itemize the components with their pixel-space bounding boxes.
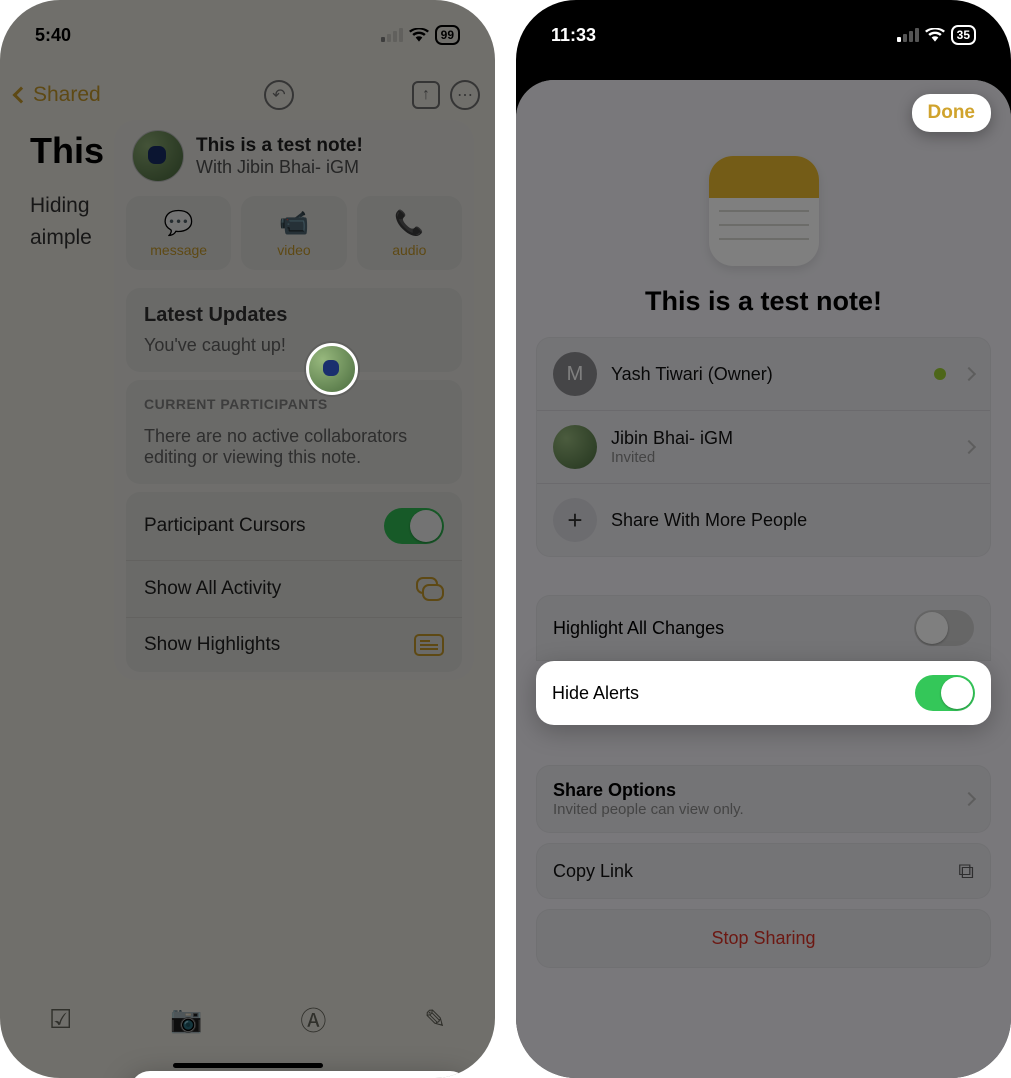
chevron-right-icon <box>962 367 976 381</box>
status-icons: 99 <box>381 25 460 45</box>
video-button[interactable]: 📹video <box>241 196 346 270</box>
row-label: Participant Cursors <box>144 515 306 537</box>
chevron-right-icon <box>962 792 976 806</box>
share-options-row[interactable]: Share Options Invited people can view on… <box>537 766 990 832</box>
participants-header: CURRENT PARTICIPANTS <box>144 396 444 412</box>
updates-card: Latest Updates You've caught up! <box>126 288 462 372</box>
checklist-icon[interactable]: ☑ <box>49 1004 72 1035</box>
participant-invited-row[interactable]: Jibin Bhai- iGM Invited <box>537 410 990 483</box>
cellular-icon <box>381 28 403 42</box>
highlights-icon <box>414 634 444 656</box>
wifi-icon <box>925 28 945 42</box>
participant-avatar <box>132 130 184 182</box>
share-more-row[interactable]: + Share With More People <box>537 483 990 556</box>
show-highlights-row[interactable]: Show Highlights <box>126 617 462 672</box>
phone-icon: 📞 <box>394 209 424 238</box>
highlight-changes-row[interactable]: Highlight All Changes <box>537 596 990 660</box>
wifi-icon <box>409 28 429 42</box>
share-sheet: Done This is a test note! M Yash Tiwari … <box>516 80 1011 1078</box>
popup-subtitle: With Jibin Bhai- iGM <box>196 157 363 178</box>
hide-alerts-row[interactable]: Hide Alerts <box>536 661 991 725</box>
participant-cursors-row[interactable]: Participant Cursors <box>126 492 462 560</box>
collab-popup: This is a test note! With Jibin Bhai- iG… <box>114 120 474 680</box>
left-screenshot: 5:40 99 Shared ↶ ↑ ⋯ This Hiding aimple … <box>0 0 495 1078</box>
settings-group-top: Highlight All Changes <box>536 595 991 661</box>
video-icon: 📹 <box>279 209 309 238</box>
popup-header: This is a test note! With Jibin Bhai- iG… <box>114 120 474 196</box>
status-dot-icon <box>934 368 946 380</box>
sheet-header: Done <box>516 80 1011 146</box>
chevron-left-icon <box>13 87 30 104</box>
share-options-title: Share Options <box>553 780 950 801</box>
status-bar: 5:40 99 <box>0 0 495 70</box>
share-options-group: Share Options Invited people can view on… <box>536 765 991 833</box>
message-button[interactable]: 💬message <box>126 196 231 270</box>
back-button[interactable]: Shared <box>15 83 101 107</box>
stop-sharing-button[interactable]: Stop Sharing <box>537 910 990 967</box>
hide-alerts-toggle[interactable] <box>915 675 975 711</box>
done-button[interactable]: Done <box>912 94 992 132</box>
options-list: Participant Cursors Show All Activity Sh… <box>126 492 462 672</box>
home-indicator <box>173 1063 323 1068</box>
participants-card: CURRENT PARTICIPANTS There are no active… <box>126 380 462 484</box>
avatar-photo <box>553 425 597 469</box>
cursors-toggle[interactable] <box>384 508 444 544</box>
back-label: Shared <box>33 83 101 107</box>
participant-name: Jibin Bhai- iGM <box>611 428 950 449</box>
undo-button[interactable]: ↶ <box>264 80 294 110</box>
status-bar: 11:33 35 <box>516 0 1011 70</box>
camera-icon[interactable]: 📷 <box>170 1004 202 1035</box>
copy-icon: ⧉ <box>958 858 974 884</box>
participant-owner-row[interactable]: M Yash Tiwari (Owner) <box>537 338 990 410</box>
participants-text: There are no active collaborators editin… <box>144 426 444 468</box>
participants-group: M Yash Tiwari (Owner) Jibin Bhai- iGM In… <box>536 337 991 557</box>
message-icon: 💬 <box>164 209 194 238</box>
battery-icon: 35 <box>951 25 976 45</box>
more-button[interactable]: ⋯ <box>450 80 480 110</box>
participant-name: Yash Tiwari (Owner) <box>611 364 920 385</box>
copy-link-group: Copy Link ⧉ <box>536 843 991 899</box>
copy-link-row[interactable]: Copy Link ⧉ <box>537 844 990 898</box>
avatar-initial: M <box>553 352 597 396</box>
participant-status: Invited <box>611 449 950 466</box>
chevron-right-icon <box>962 440 976 454</box>
activity-icon <box>416 577 444 601</box>
battery-icon: 99 <box>435 25 460 45</box>
sheet-title: This is a test note! <box>516 286 1011 317</box>
cellular-icon <box>897 28 919 42</box>
row-label: Highlight All Changes <box>553 618 724 639</box>
markup-icon[interactable]: Ⓐ <box>300 1001 326 1038</box>
show-activity-row[interactable]: Show All Activity <box>126 560 462 617</box>
contact-actions: 💬message 📹video 📞audio <box>114 196 474 280</box>
audio-button[interactable]: 📞audio <box>357 196 462 270</box>
status-time: 11:33 <box>551 25 596 46</box>
right-screenshot: 11:33 35 Done This is a test note! M Yas… <box>516 0 1011 1078</box>
updates-title: Latest Updates <box>144 304 444 327</box>
popup-title: This is a test note! <box>196 135 363 157</box>
row-label: Show All Activity <box>144 578 281 600</box>
highlight-changes-toggle[interactable] <box>914 610 974 646</box>
share-more-label: Share With More People <box>611 510 974 531</box>
stop-sharing-group: Stop Sharing <box>536 909 991 968</box>
collab-avatar-button[interactable] <box>306 343 358 395</box>
copy-link-label: Copy Link <box>553 861 944 882</box>
row-label: Show Highlights <box>144 634 280 656</box>
status-icons: 35 <box>897 25 976 45</box>
updates-text: You've caught up! <box>144 335 444 356</box>
nav-bar: Shared ↶ ↑ ⋯ <box>0 70 495 120</box>
notes-app-icon <box>709 156 819 266</box>
row-label: Hide Alerts <box>552 683 639 704</box>
status-time: 5:40 <box>35 25 71 46</box>
share-button[interactable]: ↑ <box>412 81 440 109</box>
plus-icon: + <box>553 498 597 542</box>
manage-shared-note-row[interactable]: Manage Shared Note <box>130 1071 470 1078</box>
share-options-sub: Invited people can view only. <box>553 801 950 818</box>
compose-icon[interactable]: ✎ <box>424 1004 446 1035</box>
